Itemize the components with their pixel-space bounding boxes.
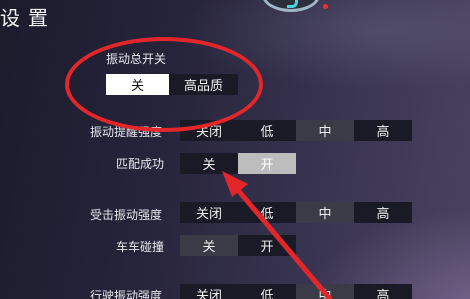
- collision-option-on[interactable]: 开: [238, 235, 296, 256]
- annotation-circle: [65, 37, 263, 132]
- reminder-option-low[interactable]: 低: [238, 120, 296, 141]
- collision-option-off[interactable]: 关: [180, 235, 238, 256]
- page-title: 设置: [0, 6, 56, 30]
- car-collision-toggle: 关 开: [180, 235, 296, 256]
- hit-strength-selector: 关闭 低 中 高: [180, 202, 412, 223]
- reminder-option-mid[interactable]: 中: [296, 120, 354, 141]
- hit-option-off[interactable]: 关闭: [180, 202, 238, 223]
- hit-option-low[interactable]: 低: [238, 202, 296, 223]
- notification-dot-icon: [323, 4, 328, 9]
- match-option-off[interactable]: 关: [180, 153, 238, 174]
- row-label-match-success: 匹配成功: [116, 157, 165, 171]
- row-label-driving-strength: 行驶振动强度: [90, 289, 163, 299]
- hit-option-high[interactable]: 高: [354, 202, 412, 223]
- row-label-car-collision: 车车碰撞: [116, 240, 165, 254]
- match-success-toggle: 关 开: [180, 153, 296, 174]
- hit-option-mid[interactable]: 中: [296, 202, 354, 223]
- driving-strength-selector: 关闭 低 中 高: [180, 284, 412, 299]
- driving-option-off[interactable]: 关闭: [180, 284, 238, 299]
- match-option-on[interactable]: 开: [238, 153, 296, 174]
- driving-option-high[interactable]: 高: [354, 284, 412, 299]
- row-label-hit-strength: 受击振动强度: [90, 208, 163, 222]
- reminder-option-high[interactable]: 高: [354, 120, 412, 141]
- driving-option-low[interactable]: 低: [238, 284, 296, 299]
- driving-option-mid[interactable]: 中: [296, 284, 354, 299]
